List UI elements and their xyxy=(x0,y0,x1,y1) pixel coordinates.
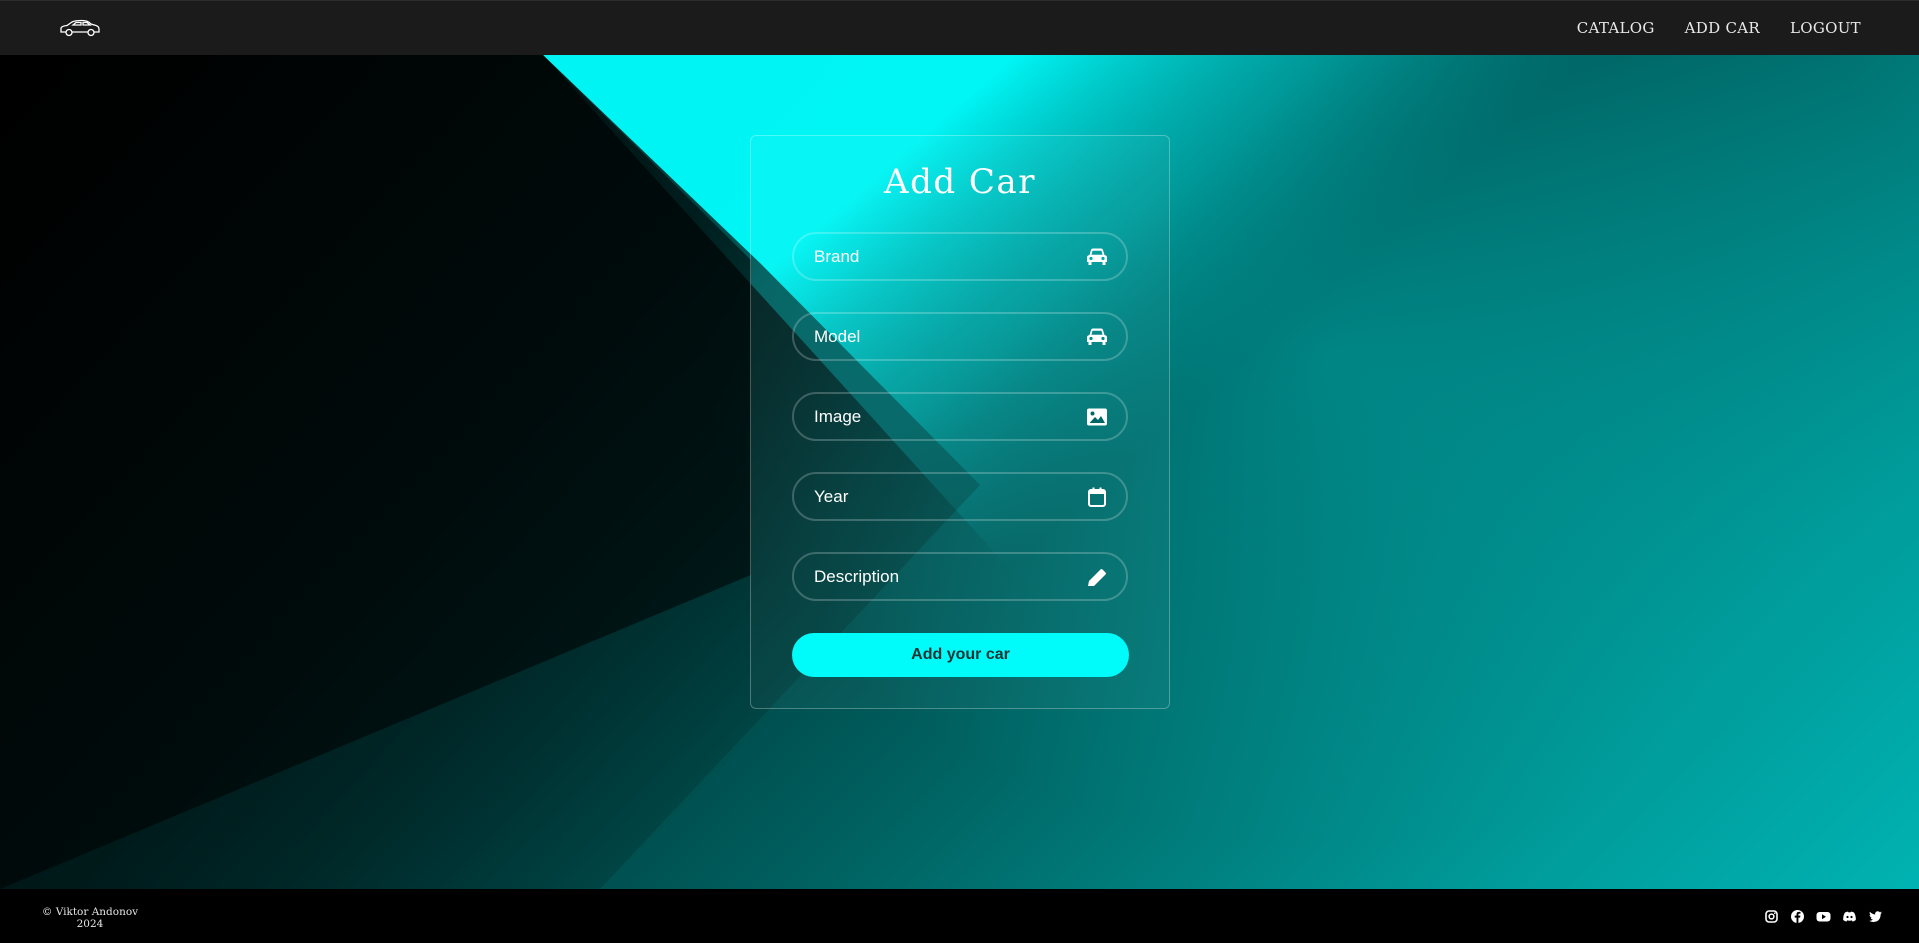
description-field xyxy=(792,552,1128,601)
add-car-button[interactable]: Add your car xyxy=(792,633,1129,677)
car-icon xyxy=(1086,247,1108,267)
calendar-icon xyxy=(1086,487,1108,507)
brand-input[interactable] xyxy=(794,234,1126,279)
model-field xyxy=(792,312,1128,361)
twitter-icon[interactable] xyxy=(1868,909,1883,924)
nav-links: CATALOG ADD CAR LOGOUT xyxy=(1577,19,1861,37)
main-background: Add Car Brand Model Image Year Descripti… xyxy=(0,55,1919,889)
image-icon xyxy=(1086,407,1108,427)
youtube-icon[interactable] xyxy=(1816,909,1831,924)
car-logo-icon[interactable] xyxy=(58,17,102,39)
car-icon xyxy=(1086,327,1108,347)
brand-field xyxy=(792,232,1128,281)
discord-icon[interactable] xyxy=(1842,909,1857,924)
year-input[interactable] xyxy=(794,474,1126,519)
form-title: Add Car xyxy=(884,162,1036,202)
model-input[interactable] xyxy=(794,314,1126,359)
nav-link-add-car[interactable]: ADD CAR xyxy=(1685,19,1760,37)
image-field xyxy=(792,392,1128,441)
copyright-year: 2024 xyxy=(76,918,104,930)
nav-link-logout[interactable]: LOGOUT xyxy=(1790,19,1861,37)
social-links xyxy=(1764,909,1883,924)
image-input[interactable] xyxy=(794,394,1126,439)
add-car-form: Add Car Brand Model Image Year Descripti… xyxy=(750,135,1170,709)
nav-link-catalog[interactable]: CATALOG xyxy=(1577,19,1655,37)
copyright-author: © Viktor Andonov xyxy=(41,906,139,918)
instagram-icon[interactable] xyxy=(1764,909,1779,924)
pencil-icon xyxy=(1086,567,1108,587)
year-field xyxy=(792,472,1128,521)
navbar: CATALOG ADD CAR LOGOUT xyxy=(0,0,1919,55)
copyright: © Viktor Andonov 2024 xyxy=(40,906,140,930)
facebook-icon[interactable] xyxy=(1790,909,1805,924)
description-input[interactable] xyxy=(794,554,1126,599)
footer: © Viktor Andonov 2024 xyxy=(0,889,1919,943)
